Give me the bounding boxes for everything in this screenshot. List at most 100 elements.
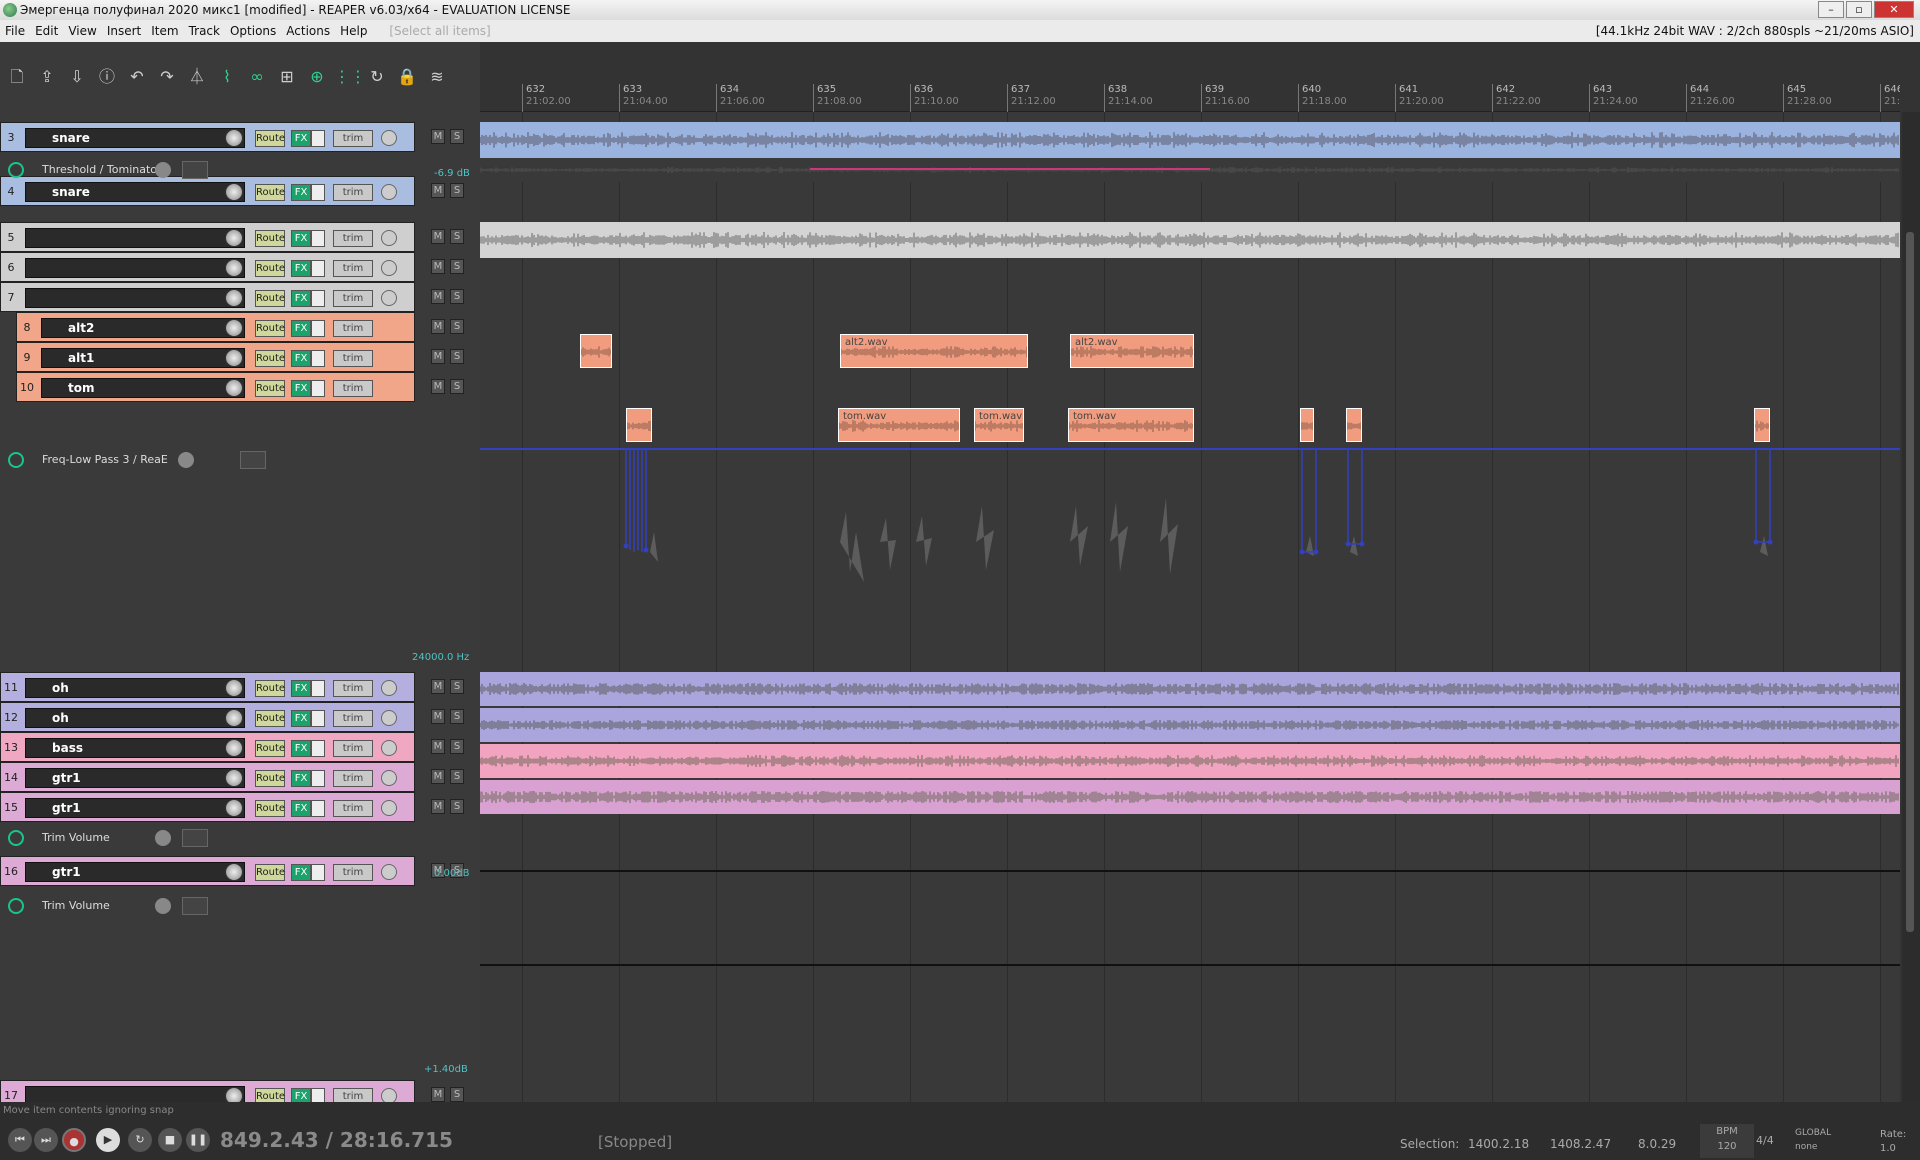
volume-knob[interactable]	[225, 183, 243, 201]
maximize-button[interactable]: ▫	[1846, 1, 1872, 18]
trim-button[interactable]: trim	[333, 350, 373, 367]
lane-snare-4-env[interactable]	[480, 158, 1900, 182]
grid-icon[interactable]: ⊞	[274, 64, 300, 90]
pan-knob[interactable]	[381, 184, 397, 200]
solo-button[interactable]: S	[450, 129, 464, 144]
ruler-mark[interactable]: 637 21:12.00	[1007, 84, 1056, 112]
lane-track-5[interactable]	[480, 222, 1900, 258]
fx-bypass-button[interactable]	[311, 740, 325, 757]
track-name[interactable]: alt1	[41, 348, 245, 368]
volume-knob[interactable]	[225, 863, 243, 881]
envelope-knob[interactable]	[178, 452, 194, 468]
ruler-mark[interactable]: 633 21:04.00	[619, 84, 668, 112]
position-readout[interactable]: 849.2.43 / 28:16.715	[220, 1128, 453, 1152]
lane-gtr1-14[interactable]	[480, 780, 1900, 814]
track-name[interactable]: alt2	[41, 318, 245, 338]
fx-button[interactable]: FX	[291, 320, 311, 337]
track-13[interactable]: 13 bass Route FX trim M S	[0, 732, 472, 762]
track-panel[interactable]: 3 snare Route FX trim	[0, 122, 415, 152]
mute-button[interactable]: M	[431, 183, 445, 198]
track-panel[interactable]: 8 alt2 Route FX trim	[16, 312, 415, 342]
solo-button[interactable]: S	[450, 379, 464, 394]
audio-device-info[interactable]: [44.1kHz 24bit WAV : 2/2ch 880spls ~21/2…	[1596, 20, 1914, 42]
mute-button[interactable]: M	[431, 129, 445, 144]
volume-knob[interactable]	[225, 319, 243, 337]
envelope-icon[interactable]: ≋	[424, 64, 450, 90]
track-10[interactable]: 10 tom Route FX trim M S	[0, 372, 472, 402]
route-button[interactable]: Route	[255, 350, 285, 367]
global-automation[interactable]: GLOBAL none	[1795, 1126, 1831, 1154]
envelope-points[interactable]	[480, 446, 1900, 566]
envelope-lane[interactable]: Trim Volume	[0, 892, 472, 920]
volume-knob[interactable]	[225, 349, 243, 367]
fx-button[interactable]: FX	[291, 864, 311, 881]
track-17[interactable]: 17 Route FX trim M S	[0, 1080, 472, 1102]
route-button[interactable]: Route	[255, 740, 285, 757]
go-start-icon[interactable]: ⏮	[8, 1128, 32, 1152]
lane-bass-13[interactable]	[480, 744, 1900, 778]
mute-button[interactable]: M	[431, 679, 445, 694]
trim-button[interactable]: trim	[333, 1088, 373, 1102]
selection-end[interactable]: 1408.2.47	[1550, 1137, 1611, 1151]
fx-button[interactable]: FX	[291, 290, 311, 307]
menu-insert[interactable]: Insert	[102, 20, 146, 42]
volume-knob[interactable]	[225, 709, 243, 727]
envelope-power-icon[interactable]	[8, 898, 24, 914]
volume-knob[interactable]	[225, 799, 243, 817]
envelope-knob[interactable]	[155, 898, 171, 914]
play-button[interactable]: ▶	[96, 1128, 120, 1152]
pan-knob[interactable]	[381, 260, 397, 276]
arrange-view[interactable]: 632 21:02.00 633 21:04.00 634 21:06.00 635 21:0…	[480, 82, 1900, 1102]
alt2-item[interactable]	[580, 334, 612, 368]
pan-knob[interactable]	[381, 130, 397, 146]
vertical-scrollbar[interactable]	[1902, 112, 1920, 1102]
volume-knob[interactable]	[225, 679, 243, 697]
volume-knob[interactable]	[225, 129, 243, 147]
trim-button[interactable]: trim	[333, 710, 373, 727]
trim-button[interactable]: trim	[333, 800, 373, 817]
global-value[interactable]: none	[1795, 1140, 1831, 1154]
track-name[interactable]	[25, 258, 245, 278]
info-icon[interactable]: ⓘ	[94, 64, 120, 90]
pan-knob[interactable]	[381, 1088, 397, 1102]
save-icon[interactable]: ⇩	[64, 64, 90, 90]
link-icon[interactable]: ∞	[244, 64, 270, 90]
volume-knob[interactable]	[225, 769, 243, 787]
ruler-mark[interactable]: 640 21:18.00	[1298, 84, 1347, 112]
envelope-power-icon[interactable]	[8, 452, 24, 468]
mute-button[interactable]: M	[431, 289, 445, 304]
ruler-mark[interactable]: 634 21:06.00	[716, 84, 765, 112]
volume-knob[interactable]	[225, 289, 243, 307]
track-5[interactable]: 5 Route FX trim M S	[0, 222, 472, 252]
ruler-mark[interactable]: 645 21:28.00	[1783, 84, 1832, 112]
selection-start[interactable]: 1400.2.18	[1468, 1137, 1529, 1151]
ruler-mark[interactable]: 642 21:22.00	[1492, 84, 1541, 112]
track-3[interactable]: 3 snare Route FX trim M S	[0, 122, 472, 152]
repeat-button[interactable]: ↻	[128, 1128, 152, 1152]
track-panel[interactable]: 12 oh Route FX trim	[0, 702, 415, 732]
fx-button[interactable]: FX	[291, 740, 311, 757]
ruler-mark[interactable]: 635 21:08.00	[813, 84, 862, 112]
track-14[interactable]: 14 gtr1 Route FX trim M S	[0, 762, 472, 792]
redo-icon[interactable]: ↷	[154, 64, 180, 90]
track-8[interactable]: 8 alt2 Route FX trim M S	[0, 312, 472, 342]
tom-item[interactable]	[1346, 408, 1362, 442]
solo-button[interactable]: S	[450, 709, 464, 724]
ruler-mark[interactable]: 638 21:14.00	[1104, 84, 1153, 112]
solo-button[interactable]: S	[450, 739, 464, 754]
fx-button[interactable]: FX	[291, 184, 311, 201]
envelope-lane[interactable]: Freq-Low Pass 3 / ReaE	[0, 446, 472, 474]
track-name[interactable]	[25, 228, 245, 248]
trim-button[interactable]: trim	[333, 260, 373, 277]
open-icon[interactable]: ⇪	[34, 64, 60, 90]
menu-edit[interactable]: Edit	[30, 20, 63, 42]
fx-bypass-button[interactable]	[311, 864, 325, 881]
minimize-button[interactable]: –	[1818, 1, 1844, 18]
ruler-mark[interactable]: 643 21:24.00	[1589, 84, 1638, 112]
track-panel[interactable]: 6 Route FX trim	[0, 252, 415, 282]
route-button[interactable]: Route	[255, 184, 285, 201]
track-name[interactable]: snare	[25, 182, 245, 202]
route-button[interactable]: Route	[255, 320, 285, 337]
route-button[interactable]: Route	[255, 710, 285, 727]
mute-button[interactable]: M	[431, 229, 445, 244]
